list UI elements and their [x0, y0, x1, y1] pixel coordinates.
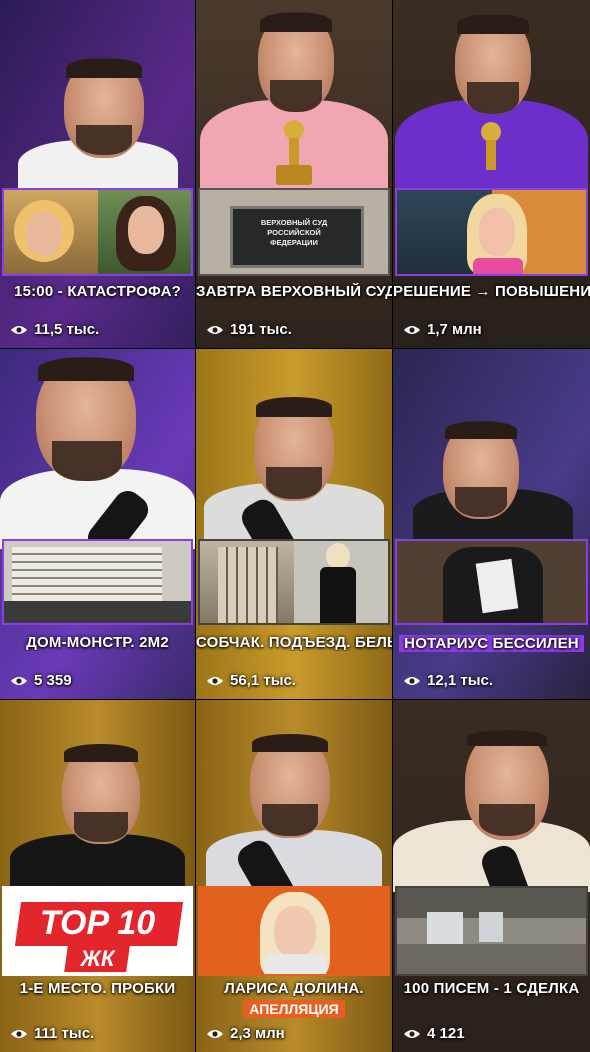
view-count: 191 тыс. — [206, 321, 292, 338]
view-count: 12,1 тыс. — [403, 672, 493, 689]
eye-icon — [404, 1029, 420, 1038]
presenter — [0, 349, 195, 563]
view-count: 11,5 тыс. — [10, 321, 99, 338]
video-title: 100 ПИСЕМ - 1 СДЕЛКА — [403, 980, 580, 997]
top10-badge-text: TOP 10 — [39, 904, 156, 942]
eye-icon — [207, 325, 223, 334]
video-tile-2[interactable]: ВЕРХОВНЫЙ СУД РОССИЙСКОЙ ФЕДЕРАЦИИ ЗАВТР… — [196, 0, 392, 348]
eye-icon — [207, 1029, 223, 1038]
video-title: РЕШЕНИЕ → ПОВЫШЕНИЕ — [393, 283, 590, 300]
view-count: 1,7 млн — [403, 321, 482, 338]
top10-badge-sub: ЖК — [80, 946, 115, 971]
video-tile-3[interactable]: РЕШЕНИЕ → ПОВЫШЕНИЕ 1,7 млн — [393, 0, 590, 348]
thumbnail-inset-photo — [198, 886, 390, 976]
view-count: 111 тыс. — [10, 1025, 94, 1042]
thumbnail-inset-photos — [2, 188, 193, 276]
presenter — [196, 700, 392, 915]
court-sign-text: ВЕРХОВНЫЙ СУД РОССИЙСКОЙ ФЕДЕРАЦИИ — [260, 218, 328, 247]
video-title: ЗАВТРА ВЕРХОВНЫЙ СУД — [196, 283, 392, 300]
video-title: НОТАРИУС БЕССИЛЕН — [393, 635, 590, 652]
video-subtitle-text: АПЕЛЛЯЦИЯ — [243, 1000, 345, 1018]
view-count-text: 2,3 млн — [230, 1025, 285, 1042]
eye-icon — [207, 676, 223, 685]
view-count: 56,1 тыс. — [206, 672, 296, 689]
view-count: 5 359 — [10, 672, 72, 689]
video-tile-8[interactable]: ЛАРИСА ДОЛИНА. АПЕЛЛЯЦИЯ 2,3 млн — [196, 700, 392, 1052]
presenter — [0, 700, 195, 921]
presenter — [393, 700, 590, 921]
view-count-text: 5 359 — [34, 672, 72, 689]
view-count-text: 12,1 тыс. — [427, 672, 494, 689]
video-title: ДОМ-МОНСТР. 2М2 — [26, 634, 169, 651]
video-tile-5[interactable]: СОБЧАК. ПОДЪЕЗД. БЕЛЬЁ 56,1 тыс. — [196, 349, 392, 699]
video-title: СОБЧАК. ПОДЪЕЗД. БЕЛЬЁ — [196, 634, 392, 651]
presenter — [393, 0, 590, 200]
view-count: 2,3 млн — [206, 1025, 285, 1042]
video-title-text: НОТАРИУС БЕССИЛЕН — [399, 635, 584, 652]
video-tile-6[interactable]: НОТАРИУС БЕССИЛЕН 12,1 тыс. — [393, 349, 590, 699]
video-tile-7[interactable]: TOP 10 ЖК 1-Е МЕСТО. ПРОБКИ 111 тыс. — [0, 700, 195, 1052]
view-count-text: 11,5 тыс. — [34, 321, 100, 338]
video-subtitle: АПЕЛЛЯЦИЯ — [196, 1000, 392, 1018]
video-grid: 15:00 - КАТАСТРОФА? 11,5 тыс. ВЕРХОВНЫЙ … — [0, 0, 590, 1052]
presenter — [393, 349, 590, 545]
presenter — [196, 0, 392, 200]
video-title: ЛАРИСА ДОЛИНА. — [224, 980, 364, 997]
thumbnail-inset-photo — [395, 188, 588, 276]
thumbnail-inset-court: ВЕРХОВНЫЙ СУД РОССИЙСКОЙ ФЕДЕРАЦИИ — [198, 188, 390, 276]
eye-icon — [11, 676, 27, 685]
view-count-text: 191 тыс. — [230, 321, 292, 338]
view-count-text: 56,1 тыс. — [230, 672, 297, 689]
video-tile-9[interactable]: 100 ПИСЕМ - 1 СДЕЛКА 4 121 — [393, 700, 590, 1052]
eye-icon — [11, 1029, 27, 1038]
eye-icon — [404, 325, 420, 334]
thumbnail-inset-photos — [198, 539, 390, 625]
video-tile-1[interactable]: 15:00 - КАТАСТРОФА? 11,5 тыс. — [0, 0, 195, 348]
video-title: 1-Е МЕСТО. ПРОБКИ — [19, 980, 176, 997]
view-count-text: 111 тыс. — [34, 1025, 95, 1042]
view-count: 4 121 — [403, 1025, 465, 1042]
thumbnail-inset-notary — [395, 539, 588, 625]
view-count-text: 4 121 — [427, 1025, 465, 1042]
thumbnail-inset-building — [2, 539, 193, 625]
video-title: 15:00 - КАТАСТРОФА? — [14, 283, 181, 300]
presenter — [196, 349, 392, 574]
video-tile-4[interactable]: ДОМ-МОНСТР. 2М2 5 359 — [0, 349, 195, 699]
view-count-text: 1,7 млн — [427, 321, 482, 338]
presenter — [0, 0, 195, 200]
thumbnail-inset-room — [395, 886, 588, 976]
eye-icon — [11, 325, 27, 334]
top10-badge: TOP 10 ЖК — [2, 886, 193, 976]
eye-icon — [404, 676, 420, 685]
